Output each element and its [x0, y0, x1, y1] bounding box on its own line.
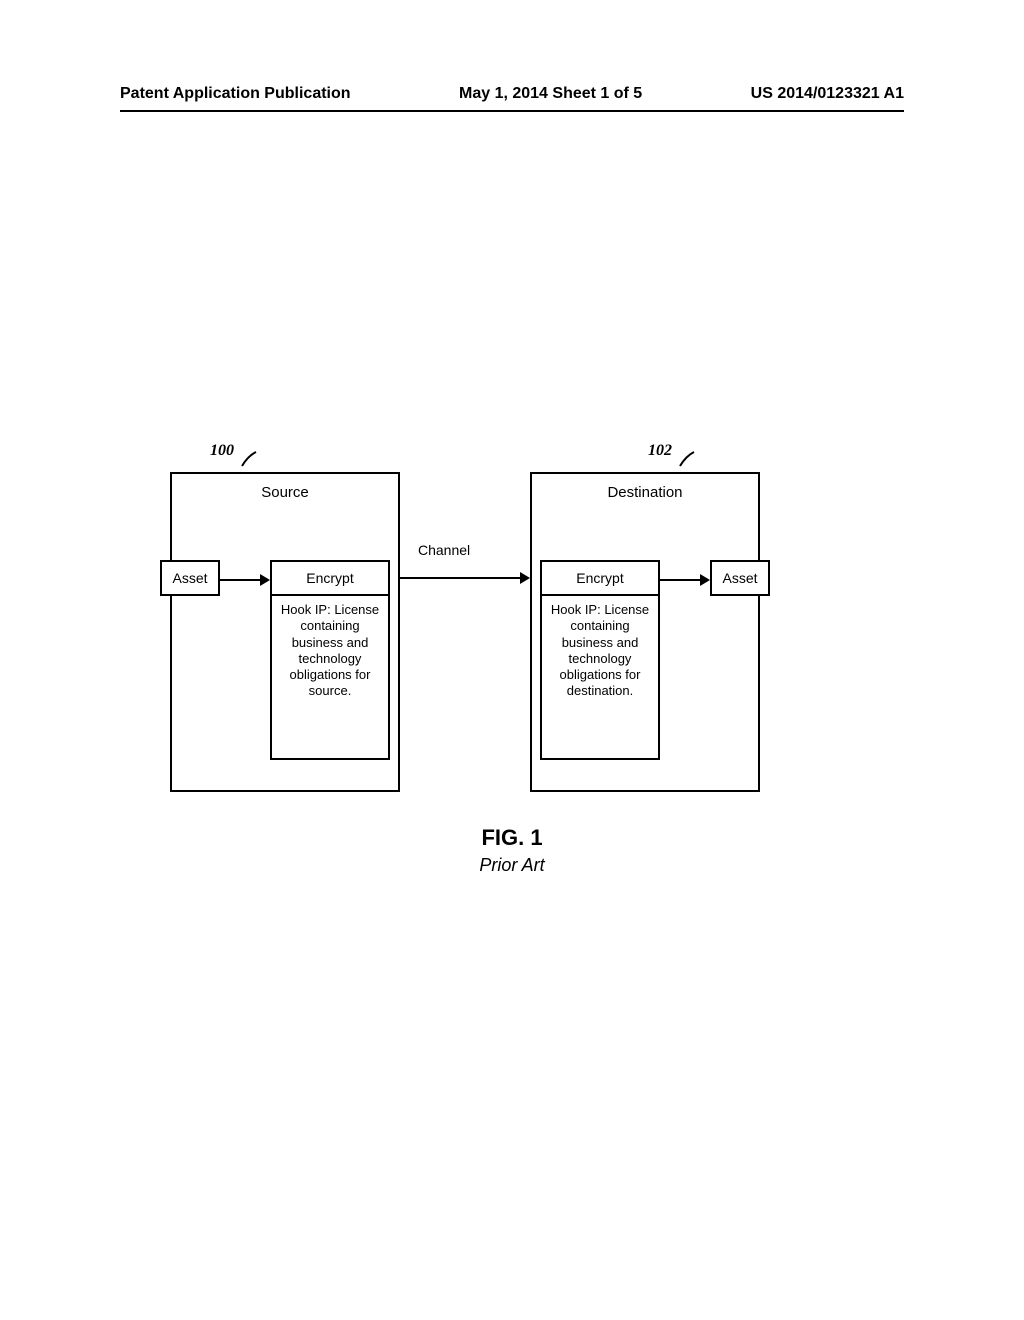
header-center: May 1, 2014 Sheet 1 of 5 [459, 85, 642, 103]
source-encrypt-title: Encrypt [272, 570, 388, 586]
header-right: US 2014/0123321 A1 [751, 85, 904, 103]
source-asset-box: Asset [160, 560, 220, 596]
source-asset-label: Asset [172, 570, 207, 586]
source-hook-text: Hook IP: License containing business and… [272, 596, 388, 706]
figure-title: FIG. 1 [0, 825, 1024, 851]
reference-numeral-100: 100 [210, 442, 234, 460]
header-left: Patent Application Publication [120, 85, 351, 103]
figure-1-diagram: 100 102 Source Asset Encrypt Hook IP: Li… [170, 460, 870, 800]
destination-hook-text: Hook IP: License containing business and… [542, 596, 658, 706]
channel-label: Channel [418, 542, 470, 558]
destination-title: Destination [532, 484, 758, 501]
arrow-destination-encrypt-to-asset-icon [660, 572, 710, 588]
reference-numeral-102: 102 [648, 442, 672, 460]
arrow-source-asset-to-encrypt-icon [220, 572, 270, 588]
destination-encrypt-title: Encrypt [542, 570, 658, 586]
source-encrypt-box: Encrypt Hook IP: License containing busi… [270, 560, 390, 760]
figure-caption: FIG. 1 Prior Art [0, 825, 1024, 876]
source-title: Source [172, 484, 398, 501]
destination-asset-label: Asset [722, 570, 757, 586]
leader-line-102-icon [680, 452, 698, 470]
page: Patent Application Publication May 1, 20… [0, 0, 1024, 1320]
arrow-channel-icon [400, 570, 530, 586]
header-row: Patent Application Publication May 1, 20… [0, 85, 1024, 103]
destination-asset-box: Asset [710, 560, 770, 596]
header-divider [120, 110, 904, 112]
figure-subtitle: Prior Art [0, 855, 1024, 876]
leader-line-100-icon [242, 452, 260, 470]
destination-encrypt-box: Encrypt Hook IP: License containing busi… [540, 560, 660, 760]
